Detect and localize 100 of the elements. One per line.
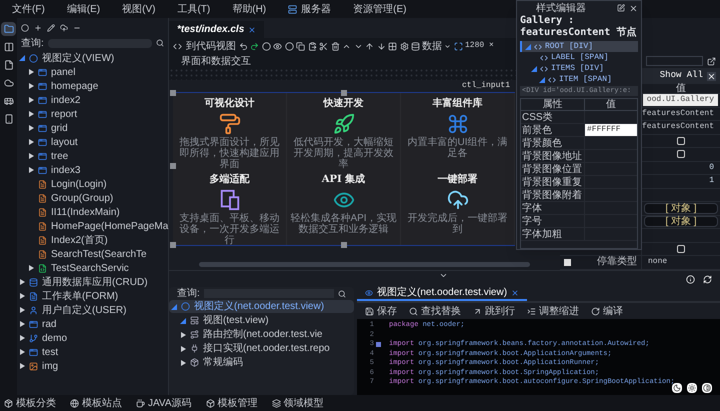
edit-icon[interactable] <box>47 24 55 32</box>
tree-item[interactable]: img <box>17 359 168 373</box>
value-field[interactable]: #FFFFFF <box>585 124 637 136</box>
expand-triangle-icon[interactable] <box>19 321 25 327</box>
edit-icon[interactable] <box>617 4 625 12</box>
folder-tab[interactable] <box>1 22 16 36</box>
eye-icon[interactable] <box>273 42 282 50</box>
tree-item[interactable]: TestSearchServic <box>17 261 168 275</box>
field[interactable] <box>646 56 703 66</box>
expand-triangle-icon[interactable] <box>19 307 25 313</box>
tree-item[interactable]: Login(Login) <box>17 177 168 191</box>
tree-item[interactable]: homepage <box>17 79 168 93</box>
tree-item[interactable]: panel <box>17 65 168 79</box>
circle-icon[interactable] <box>284 42 294 50</box>
checkbox[interactable] <box>564 258 571 266</box>
upload-icon[interactable] <box>60 24 68 32</box>
collapse-triangle-icon[interactable] <box>19 55 25 61</box>
search-icon[interactable] <box>156 39 164 47</box>
checkbox[interactable] <box>677 244 685 253</box>
circle-icon[interactable] <box>21 24 29 32</box>
status-bar-item[interactable]: JAVA源码 <box>136 396 192 410</box>
external-link-icon[interactable] <box>707 56 716 66</box>
expand-triangle-icon[interactable] <box>28 139 34 145</box>
tree-item[interactable]: report <box>17 107 168 121</box>
menu-item[interactable]: 视图(V) <box>122 2 156 16</box>
expand-triangle-icon[interactable] <box>28 69 34 75</box>
expand-triangle-icon[interactable] <box>19 279 25 285</box>
show-all-label[interactable]: Show All <box>660 69 703 83</box>
tree-item[interactable]: 视图(test.view) <box>169 314 354 327</box>
expand-triangle-icon[interactable] <box>19 293 25 299</box>
resize-handle[interactable] <box>341 90 347 96</box>
toolbar-button[interactable]: 编译 <box>591 304 623 318</box>
tree-item[interactable]: 常规编码 <box>169 356 354 369</box>
menu-item[interactable]: 编辑(E) <box>66 2 100 16</box>
tree-item[interactable]: 路由控制(net.ooder.test.vie <box>169 328 354 341</box>
chevron-down-icon[interactable] <box>439 271 448 280</box>
collapse-triangle-icon[interactable] <box>171 304 177 310</box>
menu-item[interactable]: 工具(T) <box>177 2 210 16</box>
object-button[interactable]: [ 对象 ] <box>644 216 718 228</box>
code-view-button[interactable]: 到代码视图 <box>173 38 236 54</box>
collapse-triangle-icon[interactable] <box>539 76 545 82</box>
fold-icon[interactable] <box>376 342 381 348</box>
expand-triangle-icon[interactable] <box>28 97 34 103</box>
close-icon[interactable] <box>629 4 638 12</box>
toolbar-button[interactable]: 保存 <box>365 304 397 318</box>
tree-item[interactable]: grid <box>17 121 168 135</box>
tree-item[interactable]: tree <box>17 149 168 163</box>
toolbar-button[interactable]: 查找替换 <box>409 304 461 318</box>
menu-item[interactable]: 帮助(H) <box>232 2 266 16</box>
expand-triangle-icon[interactable] <box>28 125 34 131</box>
tree-item[interactable]: ITEM [SPAN] <box>520 74 638 85</box>
expand-triangle-icon[interactable] <box>180 332 186 338</box>
menu-item[interactable]: 服务器 <box>288 2 332 16</box>
copy-icon[interactable] <box>296 42 305 50</box>
status-bar-item[interactable]: 模板管理 <box>206 396 258 410</box>
tree-item[interactable]: layout <box>17 135 168 149</box>
contrast-icon[interactable] <box>702 383 712 393</box>
expand-triangle-icon[interactable] <box>19 363 25 369</box>
cut-icon[interactable] <box>319 42 328 50</box>
tree-item[interactable]: index3 <box>17 163 168 177</box>
tree-item[interactable]: Index2(首页) <box>17 233 168 247</box>
value-field[interactable]: ood.UI.Gallery <box>642 94 718 106</box>
tree-item[interactable]: 视图定义(VIEW) <box>17 51 168 65</box>
object-button[interactable]: [ 对象 ] <box>644 202 718 214</box>
resize-handle[interactable] <box>341 242 347 248</box>
resize-handle[interactable] <box>170 163 176 169</box>
tree-item[interactable]: test <box>17 345 168 359</box>
expand-triangle-icon[interactable] <box>28 167 34 173</box>
refresh-icon[interactable] <box>703 274 712 284</box>
tree-item[interactable]: LABEL [SPAN] <box>520 52 638 63</box>
fullscreen-icon[interactable] <box>454 42 462 50</box>
tree-item[interactable]: index2 <box>17 93 168 107</box>
expand-triangle-icon[interactable] <box>28 265 34 271</box>
tree-item[interactable]: Group(Group) <box>17 191 168 205</box>
tree-item[interactable]: 视图定义(net.ooder.test.view) <box>169 300 354 313</box>
resize-handle[interactable] <box>170 242 176 248</box>
tree-item[interactable]: 工作表单(FORM) <box>17 289 168 303</box>
expand-triangle-icon[interactable] <box>28 111 34 117</box>
scrollbar[interactable] <box>199 262 530 267</box>
search-icon[interactable] <box>338 290 346 298</box>
collapse-triangle-icon[interactable] <box>531 66 537 72</box>
info-icon[interactable] <box>686 274 695 284</box>
tree-item[interactable]: rad <box>17 317 168 331</box>
expand-triangle-icon[interactable] <box>28 83 34 89</box>
tree-item[interactable]: 用户自定义(USER) <box>17 303 168 317</box>
collapse-triangle-icon[interactable] <box>180 318 186 324</box>
tree-item[interactable]: ITEMS [DIV] <box>520 63 638 74</box>
toolbar-button[interactable]: 跳到行 <box>473 304 515 318</box>
checkbox[interactable] <box>677 150 685 158</box>
editor-tab[interactable]: *test/index.cls <box>169 21 264 38</box>
expand-triangle-icon[interactable] <box>28 153 34 159</box>
expand-triangle-icon[interactable] <box>180 360 186 366</box>
tree-item[interactable]: demo <box>17 331 168 345</box>
expand-triangle-icon[interactable] <box>19 335 25 341</box>
expand-triangle-icon[interactable] <box>180 346 186 352</box>
resize-handle[interactable] <box>170 90 176 96</box>
tree-item[interactable]: HomePage(HomePageMa <box>17 219 168 233</box>
tree-item[interactable]: ROOT [DIV] <box>520 41 638 52</box>
toolbar-button[interactable]: 调整缩进 <box>527 304 579 318</box>
settings-icon[interactable] <box>400 42 408 50</box>
